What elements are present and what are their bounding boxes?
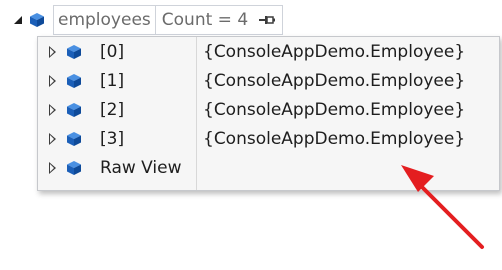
child-name: Raw View bbox=[100, 158, 182, 178]
object-cube-icon bbox=[67, 161, 81, 175]
object-cube-icon bbox=[67, 45, 81, 59]
child-value[interactable]: {ConsoleAppDemo.Employee} bbox=[203, 129, 465, 149]
object-cube-icon bbox=[67, 74, 81, 88]
child-name: [3] bbox=[100, 129, 125, 149]
count-value: Count = 4 bbox=[161, 10, 249, 30]
expand-triangle-icon[interactable] bbox=[49, 46, 56, 58]
object-cube-icon bbox=[67, 132, 81, 146]
child-row[interactable]: [3] {ConsoleAppDemo.Employee} bbox=[38, 125, 499, 153]
object-cube-icon bbox=[67, 103, 81, 117]
datatip-header: employees Count = 4 bbox=[13, 5, 284, 35]
child-name: [2] bbox=[100, 100, 125, 120]
expand-triangle-icon[interactable] bbox=[49, 162, 56, 174]
child-row[interactable]: [0] {ConsoleAppDemo.Employee} bbox=[38, 38, 499, 66]
expanded-triangle-icon[interactable] bbox=[13, 15, 23, 25]
datatip-header-box: employees Count = 4 bbox=[53, 5, 284, 35]
expand-triangle-icon[interactable] bbox=[49, 133, 56, 145]
expand-triangle-icon[interactable] bbox=[49, 75, 56, 87]
object-cube-icon bbox=[30, 13, 44, 27]
raw-view-row[interactable]: Raw View bbox=[38, 154, 499, 182]
child-row[interactable]: [2] {ConsoleAppDemo.Employee} bbox=[38, 96, 499, 124]
debugger-datatip: employees Count = 4 [0] {ConsoleAppDemo.E… bbox=[0, 0, 502, 270]
child-value[interactable]: {ConsoleAppDemo.Employee} bbox=[203, 42, 465, 62]
pin-icon[interactable] bbox=[258, 14, 276, 26]
child-value[interactable]: {ConsoleAppDemo.Employee} bbox=[203, 71, 465, 91]
datatip-children-panel: [0] {ConsoleAppDemo.Employee} [1] {ConsoleA… bbox=[37, 36, 500, 191]
child-row[interactable]: [1] {ConsoleAppDemo.Employee} bbox=[38, 67, 499, 95]
variable-name[interactable]: employees bbox=[54, 6, 156, 34]
child-value[interactable]: {ConsoleAppDemo.Employee} bbox=[203, 100, 465, 120]
child-name: [0] bbox=[100, 42, 125, 62]
child-name: [1] bbox=[100, 71, 125, 91]
expand-triangle-icon[interactable] bbox=[49, 104, 56, 116]
